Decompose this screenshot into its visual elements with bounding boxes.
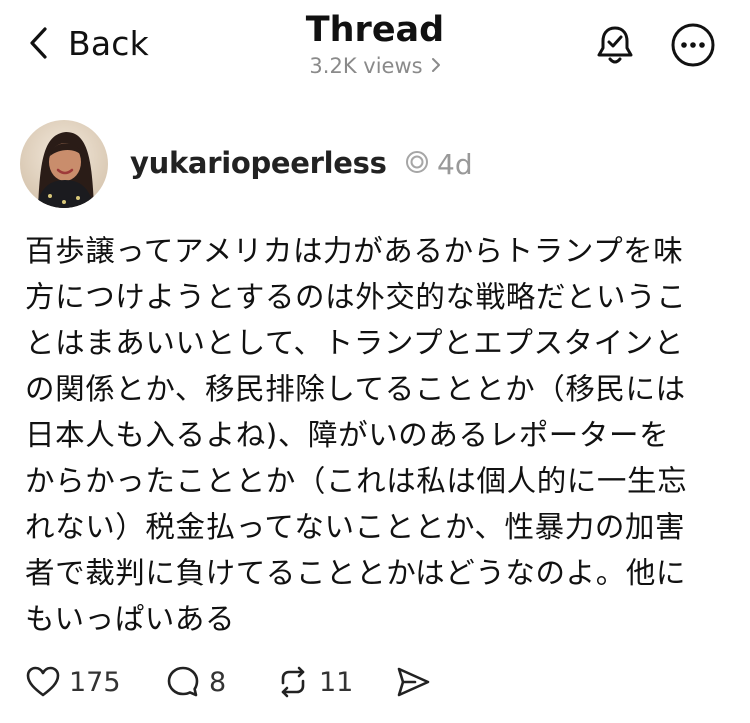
- thread-header: Back Thread 3.2K views: [0, 0, 750, 100]
- repost-button[interactable]: 11: [275, 658, 353, 706]
- repost-icon: [275, 664, 311, 700]
- repost-count: 11: [319, 666, 354, 698]
- back-button[interactable]: Back: [28, 20, 149, 66]
- chevron-right-icon: [423, 54, 441, 78]
- more-options-button[interactable]: [670, 22, 716, 68]
- post-author: yukariopeerless 4d: [20, 120, 720, 210]
- bell-icon: [592, 26, 638, 72]
- reply-count: 8: [209, 666, 227, 698]
- status-ring-icon: [405, 148, 429, 181]
- back-label: Back: [68, 23, 149, 63]
- title-block: Thread 3.2K views: [200, 8, 550, 78]
- comment-icon: [165, 664, 201, 700]
- notify-button[interactable]: [592, 22, 638, 68]
- views-count: 3.2K views: [309, 54, 423, 78]
- send-icon: [395, 664, 431, 700]
- heart-icon: [25, 664, 61, 700]
- post-actions: 175 8 11: [25, 658, 725, 706]
- reply-button[interactable]: 8: [165, 658, 226, 706]
- like-button[interactable]: 175: [25, 658, 121, 706]
- views-link[interactable]: 3.2K views: [309, 54, 440, 78]
- more-icon: [670, 23, 716, 72]
- post-text: 百歩譲ってアメリカは力があるからトランプを味 方につけようとするのは外交的な戦略…: [25, 234, 688, 636]
- username[interactable]: yukariopeerless: [130, 146, 387, 180]
- avatar[interactable]: [20, 120, 108, 208]
- like-count: 175: [69, 666, 121, 698]
- share-button[interactable]: [395, 658, 431, 706]
- post-meta: 4d: [405, 148, 473, 181]
- page-title: Thread: [305, 10, 445, 50]
- post-timestamp: 4d: [437, 148, 473, 181]
- chevron-left-icon: [28, 26, 48, 60]
